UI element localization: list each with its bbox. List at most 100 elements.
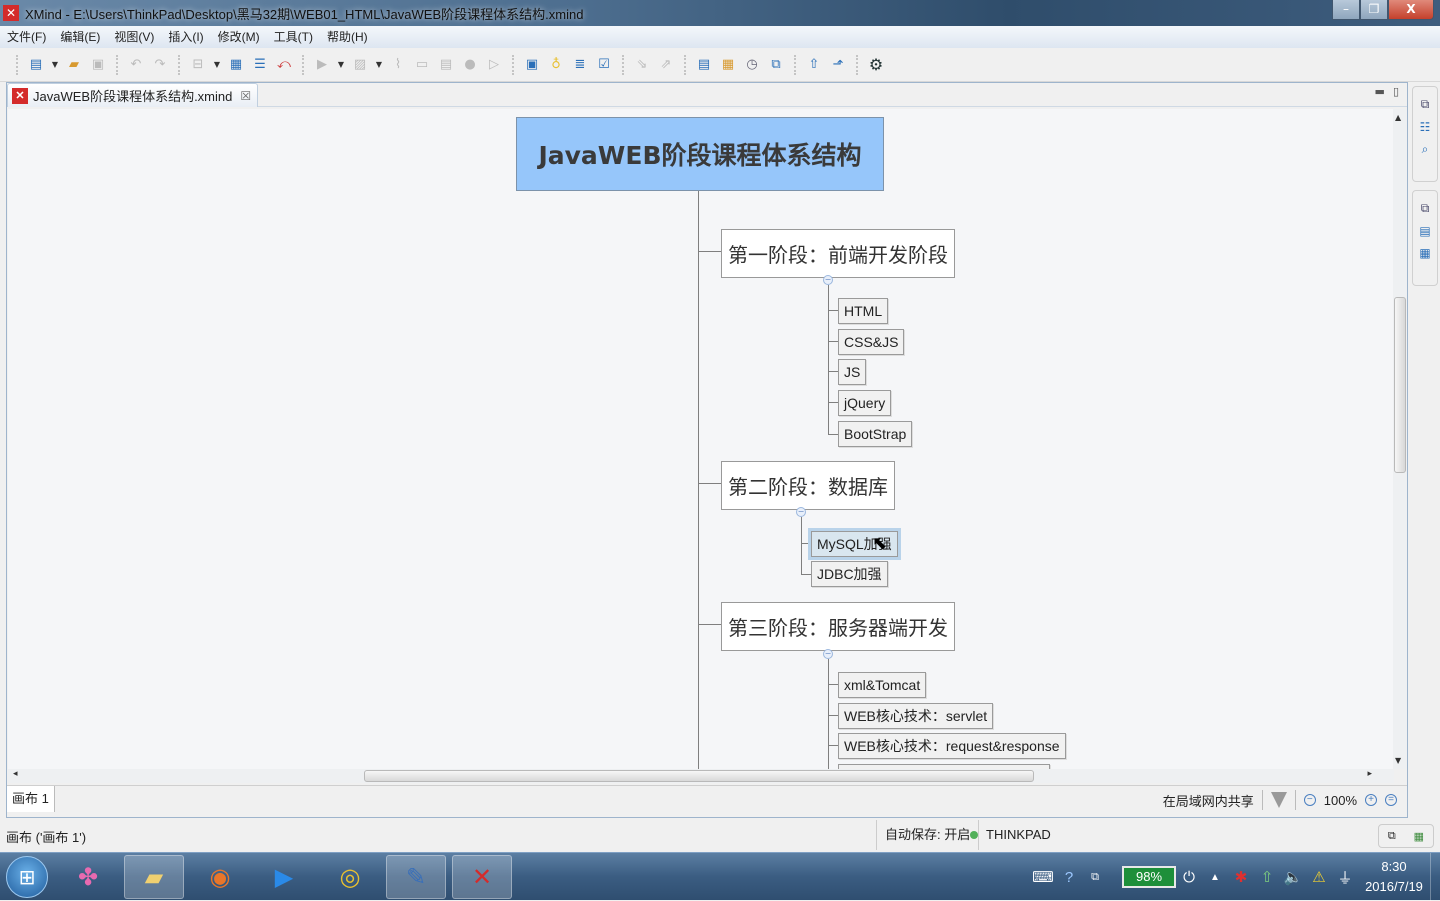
- taskbar-firefox[interactable]: ◉: [190, 855, 250, 899]
- scroll-left-icon[interactable]: ◂: [13, 769, 18, 779]
- upload-icon[interactable]: ⇧: [804, 55, 824, 75]
- maximize-button[interactable]: ❐: [1360, 0, 1388, 20]
- restore-panel-icon[interactable]: ⧉: [1421, 97, 1430, 112]
- subtopic[interactable]: JS: [838, 359, 867, 385]
- overview-panel-icon[interactable]: ⌕: [1422, 142, 1429, 157]
- maximize-editor-icon[interactable]: ▯: [1393, 85, 1399, 98]
- open-folder-icon[interactable]: ▰: [64, 55, 84, 75]
- minimize-editor-icon[interactable]: ▬: [1375, 85, 1385, 98]
- note-icon[interactable]: ▤: [436, 55, 456, 75]
- save-icon[interactable]: ▣: [88, 55, 108, 75]
- horizontal-scrollbar[interactable]: ◂ ▸: [8, 769, 1394, 783]
- network-warning-icon[interactable]: ⚠: [1306, 868, 1332, 886]
- main-topic[interactable]: 第三阶段：服务器端开发: [721, 602, 955, 651]
- subtopic[interactable]: CSS&JS: [838, 329, 905, 355]
- vertical-scrollbar[interactable]: ▲ ▼: [1393, 109, 1407, 769]
- spreadsheet-panel-icon[interactable]: ▦: [1414, 830, 1424, 843]
- clock[interactable]: 8:30 2016/7/19: [1358, 857, 1430, 897]
- subtopic[interactable]: BootStrap: [838, 421, 913, 447]
- scroll-up-icon[interactable]: ▲: [1395, 113, 1401, 122]
- document-tab[interactable]: ✕ JavaWEB阶段课程体系结构.xmind ☒: [7, 83, 259, 107]
- taskbar-chrome[interactable]: ◎: [320, 855, 380, 899]
- collapse-toggle-icon[interactable]: −: [823, 275, 833, 285]
- sheet-tab[interactable]: 画布 1: [7, 786, 55, 812]
- markers-panel-icon[interactable]: ▦: [1419, 246, 1430, 260]
- subtopic[interactable]: WEB核心技术：request&response: [838, 733, 1066, 759]
- taskbar-editor-app[interactable]: ✎: [386, 855, 446, 899]
- spreadsheet-icon[interactable]: ▦: [718, 55, 738, 75]
- antivirus-icon[interactable]: ✱: [1228, 868, 1254, 886]
- attachment-icon[interactable]: ⌇: [388, 55, 408, 75]
- subtopic[interactable]: jQuery: [838, 390, 892, 416]
- outline-view-icon[interactable]: ▤: [694, 55, 714, 75]
- taskbar-file-explorer[interactable]: ▰: [124, 855, 184, 899]
- insert-topic-icon[interactable]: ⊟: [188, 55, 208, 75]
- dropdown-icon[interactable]: ▼: [374, 55, 384, 75]
- properties-panel-icon[interactable]: ▤: [1419, 224, 1430, 238]
- summary-icon[interactable]: ☰: [250, 55, 270, 75]
- help-icon[interactable]: ?: [1056, 869, 1082, 886]
- zoom-view-icon[interactable]: ⧉: [766, 55, 786, 75]
- main-topic[interactable]: 第二阶段：数据库: [721, 461, 895, 510]
- menu-insert[interactable]: 插入(I): [161, 27, 210, 47]
- relationship-icon[interactable]: ⤺: [274, 55, 294, 75]
- dropdown-icon[interactable]: ▼: [336, 55, 346, 75]
- update-icon[interactable]: ⇧: [1254, 868, 1280, 886]
- image-icon[interactable]: ▨: [350, 55, 370, 75]
- audio-icon[interactable]: ▷: [484, 55, 504, 75]
- split-icon[interactable]: ▭: [412, 55, 432, 75]
- zoom-fit-icon[interactable]: =: [1385, 794, 1397, 806]
- subtopic[interactable]: HTML: [838, 298, 889, 324]
- scroll-down-icon[interactable]: ▼: [1395, 756, 1401, 765]
- hyperlink-icon[interactable]: ●: [460, 55, 480, 75]
- show-desktop-button[interactable]: [1430, 853, 1440, 901]
- outline-panel-icon[interactable]: ☷: [1420, 120, 1431, 134]
- presentation-icon[interactable]: ▣: [522, 55, 542, 75]
- restore-icon[interactable]: ⧉: [1082, 871, 1108, 884]
- subtopic[interactable]: JDBC加强: [811, 561, 888, 587]
- redo-icon[interactable]: ↷: [150, 55, 170, 75]
- brainstorm-icon[interactable]: ♁: [546, 55, 566, 75]
- close-tab-icon[interactable]: ☒: [240, 89, 251, 103]
- boundary-icon[interactable]: ▦: [226, 55, 246, 75]
- horizontal-scroll-thumb[interactable]: [364, 770, 1034, 782]
- menu-help[interactable]: 帮助(H): [320, 27, 375, 47]
- menu-file[interactable]: 文件(F): [0, 27, 53, 47]
- restore-panel-icon[interactable]: ⧉: [1388, 830, 1396, 843]
- menu-tools[interactable]: 工具(T): [267, 27, 320, 47]
- power-icon[interactable]: ⏚: [1332, 867, 1358, 888]
- start-button[interactable]: ⊞: [6, 856, 48, 898]
- scroll-right-icon[interactable]: ▸: [1367, 769, 1372, 779]
- subtopic[interactable]: WEB核心技术：servlet: [838, 703, 994, 729]
- drill-down-icon[interactable]: ⇘: [632, 55, 652, 75]
- drill-up-icon[interactable]: ⇗: [656, 55, 676, 75]
- autosave-status[interactable]: 自动保存: 开启: [876, 820, 980, 850]
- new-workbook-icon[interactable]: ▤: [26, 55, 46, 75]
- export-icon[interactable]: ⬏: [828, 55, 848, 75]
- dropdown-icon[interactable]: ▼: [212, 55, 222, 75]
- share-lan-button[interactable]: 在局域网内共享: [1163, 791, 1254, 810]
- mindmap-canvas[interactable]: JavaWEB阶段课程体系结构 第一阶段：前端开发阶段 − HTML CSS&J…: [8, 109, 1396, 769]
- taskbar-app-clover[interactable]: ✤: [58, 855, 118, 899]
- zoom-out-icon[interactable]: −: [1303, 794, 1316, 806]
- task-icon[interactable]: ☑: [594, 55, 614, 75]
- volume-icon[interactable]: 🔈: [1280, 868, 1306, 886]
- undo-icon[interactable]: ↶: [126, 55, 146, 75]
- dropdown-icon[interactable]: ▼: [50, 55, 60, 75]
- collapse-toggle-icon[interactable]: −: [823, 649, 833, 659]
- power-plug-icon[interactable]: ⏻: [1176, 869, 1202, 886]
- minimize-button[interactable]: –: [1332, 0, 1360, 20]
- taskbar-video-player[interactable]: ▶: [254, 855, 314, 899]
- battery-indicator[interactable]: 98%: [1122, 866, 1176, 888]
- main-topic[interactable]: 第一阶段：前端开发阶段: [721, 229, 955, 278]
- vertical-scroll-thumb[interactable]: [1394, 297, 1406, 473]
- zoom-in-icon[interactable]: +: [1365, 794, 1377, 806]
- central-topic[interactable]: JavaWEB阶段课程体系结构: [516, 117, 884, 191]
- timeline-icon[interactable]: ◷: [742, 55, 762, 75]
- keyboard-icon[interactable]: ⌨: [1030, 868, 1056, 886]
- menu-view[interactable]: 视图(V): [107, 27, 161, 47]
- show-hidden-icons[interactable]: ▲: [1202, 872, 1228, 883]
- settings-gear-icon[interactable]: ⚙: [866, 55, 886, 75]
- collapse-toggle-icon[interactable]: −: [796, 507, 806, 517]
- filter-icon[interactable]: [1270, 792, 1287, 808]
